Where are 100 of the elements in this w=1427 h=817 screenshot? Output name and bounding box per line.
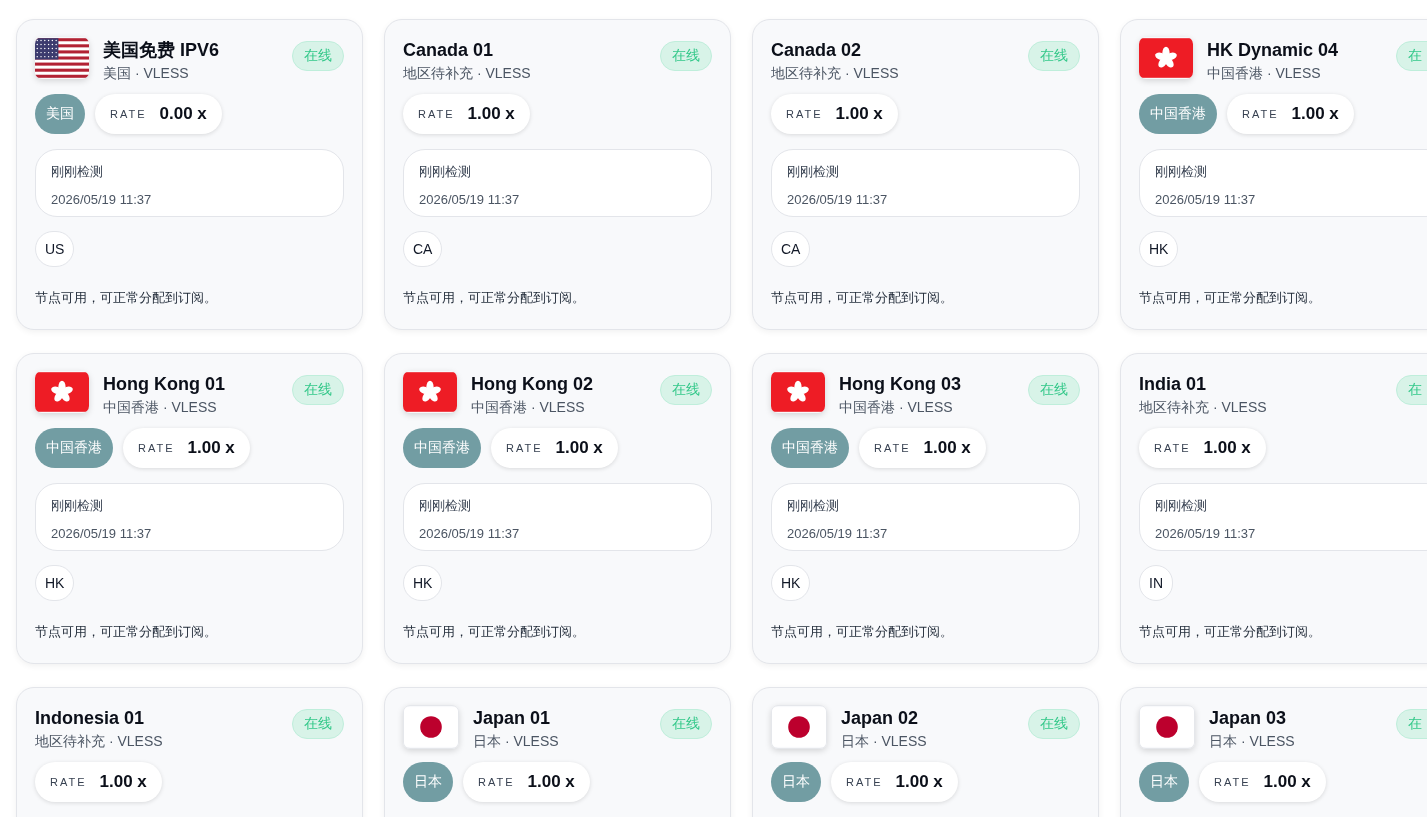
node-subtitle: 中国香港 · VLESS [103, 399, 218, 417]
rate-value: 1.00 x [1263, 772, 1311, 792]
rate-label: RATE [50, 776, 87, 788]
node-note: 节点可用，可正常分配到订阅。 [35, 289, 218, 307]
check-time: 2026/05/19 11:37 [787, 192, 889, 207]
node-subtitle: 中国香港 · VLESS [471, 399, 586, 417]
status-badge: 在线 [660, 41, 712, 71]
check-time: 2026/05/19 11:37 [787, 526, 889, 541]
status-badge: 在线 [1028, 375, 1080, 405]
node-name: Japan 01 [473, 707, 552, 730]
node-subtitle: 日本 · VLESS [473, 733, 560, 751]
check-label: 刚刚检测 [787, 163, 840, 181]
rate-label: RATE [1214, 776, 1251, 788]
check-time: 2026/05/19 11:37 [51, 192, 153, 207]
country-code: CA [771, 231, 811, 267]
region-tag: 中国香港 [771, 428, 849, 468]
rate-value: 1.00 x [527, 772, 575, 792]
node-note: 节点可用，可正常分配到订阅。 [403, 289, 586, 307]
check-time: 2026/05/19 11:37 [1155, 192, 1257, 207]
rate-label: RATE [1154, 442, 1191, 454]
node-subtitle: 地区待补充 · VLESS [403, 65, 532, 83]
node-subtitle: 地区待补充 · VLESS [35, 733, 164, 751]
country-code: HK [35, 565, 75, 601]
check-time: 2026/05/19 11:37 [419, 526, 521, 541]
flag-icon [403, 371, 457, 413]
node-name: 美国免费 IPV6 [103, 39, 221, 62]
node-subtitle: 日本 · VLESS [841, 733, 928, 751]
country-code: US [35, 231, 75, 267]
node-name: Japan 03 [1209, 707, 1288, 730]
rate-value: 1.00 x [895, 772, 943, 792]
region-tag: 日本 [403, 762, 453, 802]
rate-value: 1.00 x [99, 772, 147, 792]
node-name: HK Dynamic 04 [1207, 39, 1340, 62]
status-badge: 在 [1396, 41, 1427, 71]
flag-icon [771, 371, 825, 413]
rate-value: 1.00 x [555, 438, 603, 458]
rate-label: RATE [506, 442, 543, 454]
rate-value: 1.00 x [835, 104, 883, 124]
check-label: 刚刚检测 [51, 163, 104, 181]
region-tag: 中国香港 [35, 428, 113, 468]
rate-value: 1.00 x [187, 438, 235, 458]
flag-icon [1139, 37, 1193, 79]
node-name: Hong Kong 03 [839, 373, 962, 396]
check-time: 2026/05/19 11:37 [419, 192, 521, 207]
node-subtitle: 地区待补充 · VLESS [1139, 399, 1268, 417]
node-note: 节点可用，可正常分配到订阅。 [771, 623, 954, 641]
rate-value: 1.00 x [923, 438, 971, 458]
node-name: Canada 02 [771, 39, 863, 62]
country-code: IN [1139, 565, 1173, 601]
region-tag: 中国香港 [1139, 94, 1217, 134]
node-note: 节点可用，可正常分配到订阅。 [1139, 623, 1322, 641]
status-badge: 在线 [292, 41, 344, 71]
rate-label: RATE [786, 108, 823, 120]
region-tag: 日本 [1139, 762, 1189, 802]
node-subtitle: 日本 · VLESS [1209, 733, 1296, 751]
node-note: 节点可用，可正常分配到订阅。 [1139, 289, 1322, 307]
status-badge: 在线 [1028, 709, 1080, 739]
node-subtitle: 中国香港 · VLESS [839, 399, 954, 417]
status-badge: 在线 [292, 375, 344, 405]
flag-icon [35, 37, 89, 79]
rate-value: 1.00 x [1203, 438, 1251, 458]
status-badge: 在线 [1028, 41, 1080, 71]
rate-label: RATE [110, 108, 147, 120]
country-code: HK [1139, 231, 1179, 267]
check-label: 刚刚检测 [1155, 163, 1208, 181]
check-label: 刚刚检测 [1155, 497, 1208, 515]
country-code: HK [771, 565, 811, 601]
flag-icon [35, 371, 89, 413]
node-note: 节点可用，可正常分配到订阅。 [403, 623, 586, 641]
rate-label: RATE [846, 776, 883, 788]
region-tag: 中国香港 [403, 428, 481, 468]
rate-label: RATE [874, 442, 911, 454]
node-name: Indonesia 01 [35, 707, 146, 730]
country-code: HK [403, 565, 443, 601]
node-name: India 01 [1139, 373, 1208, 396]
check-time: 2026/05/19 11:37 [1155, 526, 1257, 541]
country-code: CA [403, 231, 443, 267]
node-name: Hong Kong 02 [471, 373, 594, 396]
check-time: 2026/05/19 11:37 [51, 526, 153, 541]
rate-label: RATE [1242, 108, 1279, 120]
check-label: 刚刚检测 [51, 497, 104, 515]
rate-value: 1.00 x [1291, 104, 1339, 124]
rate-value: 0.00 x [159, 104, 207, 124]
node-subtitle: 地区待补充 · VLESS [771, 65, 900, 83]
flag-icon [403, 705, 459, 749]
status-badge: 在 [1396, 709, 1427, 739]
flag-icon [771, 705, 827, 749]
status-badge: 在线 [660, 709, 712, 739]
rate-label: RATE [418, 108, 455, 120]
status-badge: 在 [1396, 375, 1427, 405]
node-name: Canada 01 [403, 39, 495, 62]
node-subtitle: 美国 · VLESS [103, 65, 190, 83]
check-label: 刚刚检测 [419, 497, 472, 515]
status-badge: 在线 [660, 375, 712, 405]
check-label: 刚刚检测 [419, 163, 472, 181]
region-tag: 日本 [771, 762, 821, 802]
node-name: Japan 02 [841, 707, 920, 730]
check-label: 刚刚检测 [787, 497, 840, 515]
node-note: 节点可用，可正常分配到订阅。 [35, 623, 218, 641]
node-name: Hong Kong 01 [103, 373, 226, 396]
